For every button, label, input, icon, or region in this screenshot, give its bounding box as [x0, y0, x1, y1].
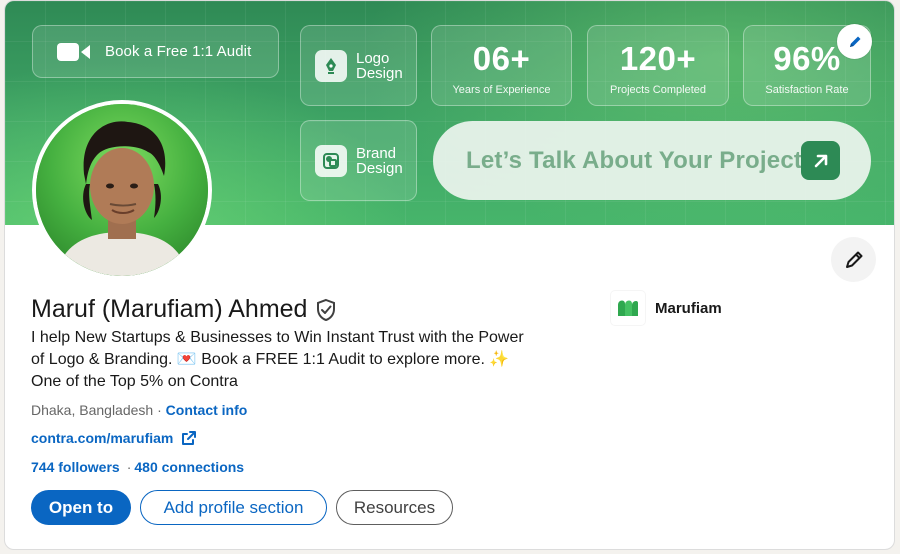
profile-card: Book a Free 1:1 Audit Logo Design Brand … [4, 0, 895, 550]
location-row: Dhaka, Bangladesh · Contact info [31, 402, 247, 418]
arrow-up-right-icon [801, 141, 840, 180]
connections-link[interactable]: 480 connections [134, 459, 244, 475]
edit-banner-button[interactable] [837, 24, 872, 59]
location-text: Dhaka, Bangladesh [31, 402, 154, 418]
stat-caption: Projects Completed [610, 84, 706, 96]
lets-talk-cta: Let’s Talk About Your Project [433, 121, 871, 200]
profile-headline: I help New Startups & Businesses to Win … [31, 327, 591, 393]
stat-projects: 120+ Projects Completed [587, 25, 729, 106]
contact-info-link[interactable]: Contact info [166, 402, 248, 418]
followers-link[interactable]: 744 followers [31, 459, 120, 475]
website-link[interactable]: contra.com/marufiam [31, 430, 197, 446]
pencil-icon [849, 36, 860, 47]
resources-button[interactable]: Resources [336, 490, 453, 525]
video-camera-icon [57, 42, 93, 62]
website-url: contra.com/marufiam [31, 430, 174, 446]
network-row: 744 followers · 480 connections [31, 459, 244, 475]
add-profile-section-button[interactable]: Add profile section [140, 490, 327, 525]
brand-design-line2: Design [356, 159, 403, 177]
stat-caption: Years of Experience [452, 84, 551, 96]
brand-shapes-icon [315, 144, 347, 177]
headline-line3: One of the Top 5% on Contra [31, 373, 238, 390]
external-link-icon [181, 430, 197, 446]
book-audit-label: Book a Free 1:1 Audit [105, 43, 252, 60]
location-separator: · [153, 402, 166, 418]
cta-label: Let’s Talk About Your Project [466, 146, 803, 174]
profile-name-row: Maruf (Marufiam) Ahmed [31, 295, 337, 324]
profile-name: Maruf (Marufiam) Ahmed [31, 295, 308, 323]
profile-photo-image [36, 104, 208, 276]
company-logo-icon [611, 291, 645, 325]
headline-line1: I help New Startups & Businesses to Win … [31, 329, 524, 346]
stat-value: 120+ [619, 40, 697, 77]
stat-value: 06+ [472, 40, 531, 77]
profile-actions: Open to Add profile section Resources [31, 490, 453, 525]
book-audit-tile: Book a Free 1:1 Audit [32, 25, 279, 78]
pen-nib-icon [315, 49, 347, 82]
profile-photo[interactable] [32, 100, 212, 280]
edit-profile-button[interactable] [831, 237, 876, 282]
logo-design-tile: Logo Design [300, 25, 417, 106]
pencil-icon [845, 251, 862, 268]
logo-design-line2: Design [356, 64, 403, 82]
verified-shield-icon[interactable] [315, 298, 337, 322]
network-separator: · [126, 459, 132, 475]
open-to-button[interactable]: Open to [31, 490, 131, 525]
headline-line2: of Logo & Branding. 💌 Book a FREE 1:1 Au… [31, 351, 510, 368]
stat-years: 06+ Years of Experience [431, 25, 572, 106]
company-name: Marufiam [655, 299, 722, 317]
current-company[interactable]: Marufiam [611, 291, 722, 325]
stat-caption: Satisfaction Rate [765, 84, 849, 96]
brand-design-tile: Brand Design [300, 120, 417, 201]
